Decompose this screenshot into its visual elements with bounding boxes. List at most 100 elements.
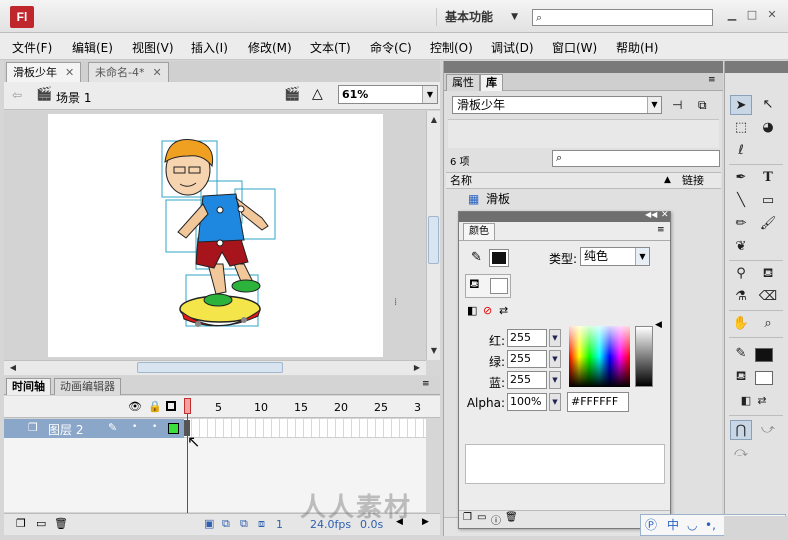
rectangle-tool-icon[interactable]: ▭ xyxy=(757,191,779,211)
line-tool-icon[interactable]: ╲ xyxy=(730,191,752,211)
scroll-thumb[interactable] xyxy=(137,362,283,373)
alpha-stepper[interactable]: ▼ xyxy=(549,393,561,411)
menu-text[interactable]: 文本(T) xyxy=(310,39,351,56)
smooth-icon[interactable]: ⤻ xyxy=(757,420,779,440)
menu-view[interactable]: 视图(V) xyxy=(132,39,174,56)
pin-icon[interactable]: ⊣ xyxy=(672,98,682,112)
trash-icon[interactable]: 🗑 xyxy=(54,517,68,530)
help-search-input[interactable]: ⌕ xyxy=(532,9,713,26)
stroke-color-swatch[interactable] xyxy=(755,348,773,362)
deco-tool-icon[interactable]: ❦ xyxy=(730,237,752,257)
blue-stepper[interactable]: ▼ xyxy=(549,371,561,389)
panel-drag-bar[interactable] xyxy=(444,61,723,73)
menu-insert[interactable]: 插入(I) xyxy=(191,39,228,56)
straighten-icon[interactable]: ⤼ xyxy=(730,443,752,463)
fill-color-swatch[interactable] xyxy=(490,278,508,294)
text-tool-icon[interactable]: T xyxy=(757,168,779,188)
brightness-slider[interactable] xyxy=(635,326,653,387)
blue-input[interactable]: 255 xyxy=(507,371,547,389)
edit-symbols-icon[interactable]: △ xyxy=(312,86,323,102)
frames-grid[interactable] xyxy=(184,419,426,438)
tab-library[interactable]: 库 xyxy=(480,74,503,91)
snap-to-objects-icon[interactable]: ⋂ xyxy=(730,420,752,440)
stage-vertical-scrollbar[interactable]: ▲ ▼ xyxy=(426,111,440,360)
library-document-select[interactable]: 滑板少年 ▼ xyxy=(452,96,662,114)
fill-type-select[interactable]: 纯色 ▼ xyxy=(580,247,650,266)
collapse-icon[interactable]: ◀◀ xyxy=(645,210,657,219)
close-button[interactable]: ✕ xyxy=(765,8,779,22)
close-icon[interactable]: ✕ xyxy=(152,66,161,79)
fill-color-swatch[interactable] xyxy=(755,371,773,385)
fill-color-control[interactable]: ⛾ xyxy=(465,274,511,298)
lock-icon[interactable]: 🔒 xyxy=(148,400,162,413)
edit-multiple-icon[interactable]: ⧈ xyxy=(258,517,265,531)
lock-dot[interactable]: • xyxy=(152,422,157,432)
brightness-pointer-icon[interactable]: ◀ xyxy=(655,320,662,330)
lasso-tool-icon[interactable]: ℓ xyxy=(730,141,752,161)
new-folder-icon[interactable]: ▭ xyxy=(36,517,46,530)
onion-outline-icon[interactable]: ⧉ xyxy=(240,517,248,531)
menu-debug[interactable]: 调试(D) xyxy=(491,39,534,56)
color-spectrum[interactable] xyxy=(569,326,630,387)
skater-artwork[interactable] xyxy=(48,114,383,357)
scroll-left-icon[interactable]: ◀ xyxy=(6,361,20,375)
green-input[interactable]: 255 xyxy=(507,350,547,368)
edit-scene-icon[interactable]: 🎬 xyxy=(284,87,300,102)
back-arrow-icon[interactable]: ⇦ xyxy=(12,88,22,102)
swap-colors-icon[interactable]: ⇄ xyxy=(751,391,773,411)
swap-colors-icon[interactable]: ⇄ xyxy=(499,304,508,317)
outline-icon[interactable] xyxy=(166,401,176,411)
playhead[interactable] xyxy=(184,398,191,515)
panel-menu-icon[interactable]: ≡ xyxy=(657,225,665,235)
scroll-right-icon[interactable]: ▶ xyxy=(410,361,424,375)
pasteboard[interactable]: ⁞ xyxy=(4,111,426,360)
scroll-up-icon[interactable]: ▲ xyxy=(427,113,441,127)
onion-skin-icon[interactable]: ⧉ xyxy=(222,517,230,531)
menu-window[interactable]: 窗口(W) xyxy=(552,39,597,56)
tab-color[interactable]: 颜色 xyxy=(463,223,495,240)
free-transform-tool-icon[interactable]: ⬚ xyxy=(730,118,752,138)
tab-timeline[interactable]: 时间轴 xyxy=(6,378,51,395)
red-input[interactable]: 255 xyxy=(507,329,547,347)
subselection-tool-icon[interactable]: ↖ xyxy=(757,95,779,115)
eyedropper-tool-icon[interactable]: ⚗ xyxy=(730,287,752,307)
sort-up-icon[interactable]: ▲ xyxy=(664,173,671,188)
eraser-tool-icon[interactable]: ⌫ xyxy=(757,287,779,307)
column-name[interactable]: 名称 xyxy=(450,173,472,188)
playhead-handle[interactable] xyxy=(184,398,191,414)
selection-tool-icon[interactable]: ➤ xyxy=(730,95,752,115)
close-icon[interactable]: ✕ xyxy=(65,66,74,79)
green-stepper[interactable]: ▼ xyxy=(549,350,561,368)
visibility-dot[interactable]: • xyxy=(132,422,137,432)
brush-tool-icon[interactable]: 🖌 xyxy=(757,214,779,234)
workspace-switcher[interactable]: 基本功能 ▼ xyxy=(436,8,520,26)
library-search-input[interactable]: ⌕ xyxy=(552,150,720,167)
ime-fullwidth-icon[interactable]: •, xyxy=(705,515,716,535)
hand-tool-icon[interactable]: ✋ xyxy=(730,314,752,334)
menu-edit[interactable]: 编辑(E) xyxy=(72,39,113,56)
maximize-button[interactable]: □ xyxy=(745,8,759,22)
doc-tab-active[interactable]: 滑板少年 ✕ xyxy=(6,62,82,82)
library-item[interactable]: ▦ 滑板 xyxy=(446,190,721,208)
minimize-button[interactable]: ▁ xyxy=(725,8,739,22)
pen-tool-icon[interactable]: ✒ xyxy=(730,168,752,188)
panel-drag-bar[interactable]: ◀◀ ✕ xyxy=(459,210,670,222)
panel-menu-icon[interactable]: ≡ xyxy=(708,75,716,85)
scroll-thumb[interactable] xyxy=(428,216,439,264)
zoom-tool-icon[interactable]: ⌕ xyxy=(757,314,779,334)
default-colors-icon[interactable]: ◧ xyxy=(467,304,477,317)
menu-commands[interactable]: 命令(C) xyxy=(370,39,412,56)
bone-tool-icon[interactable]: ⚲ xyxy=(730,264,752,284)
red-stepper[interactable]: ▼ xyxy=(549,329,561,347)
center-frame-icon[interactable]: ▣ xyxy=(204,517,214,530)
layer-row[interactable]: ❐ 图层 2 ✎ • • xyxy=(4,419,184,438)
menu-help[interactable]: 帮助(H) xyxy=(616,39,658,56)
doc-tab[interactable]: 未命名-4* ✕ xyxy=(88,62,169,82)
3d-rotation-tool-icon[interactable]: ◕ xyxy=(757,118,779,138)
scroll-down-icon[interactable]: ▼ xyxy=(427,344,441,358)
tab-properties[interactable]: 属性 xyxy=(446,74,480,91)
panel-menu-icon[interactable]: ≡ xyxy=(422,379,430,389)
fill-color-icon[interactable]: ⛾ xyxy=(730,367,752,387)
properties-icon[interactable]: ⓘ xyxy=(491,512,501,527)
layer-color-swatch[interactable] xyxy=(168,423,179,434)
